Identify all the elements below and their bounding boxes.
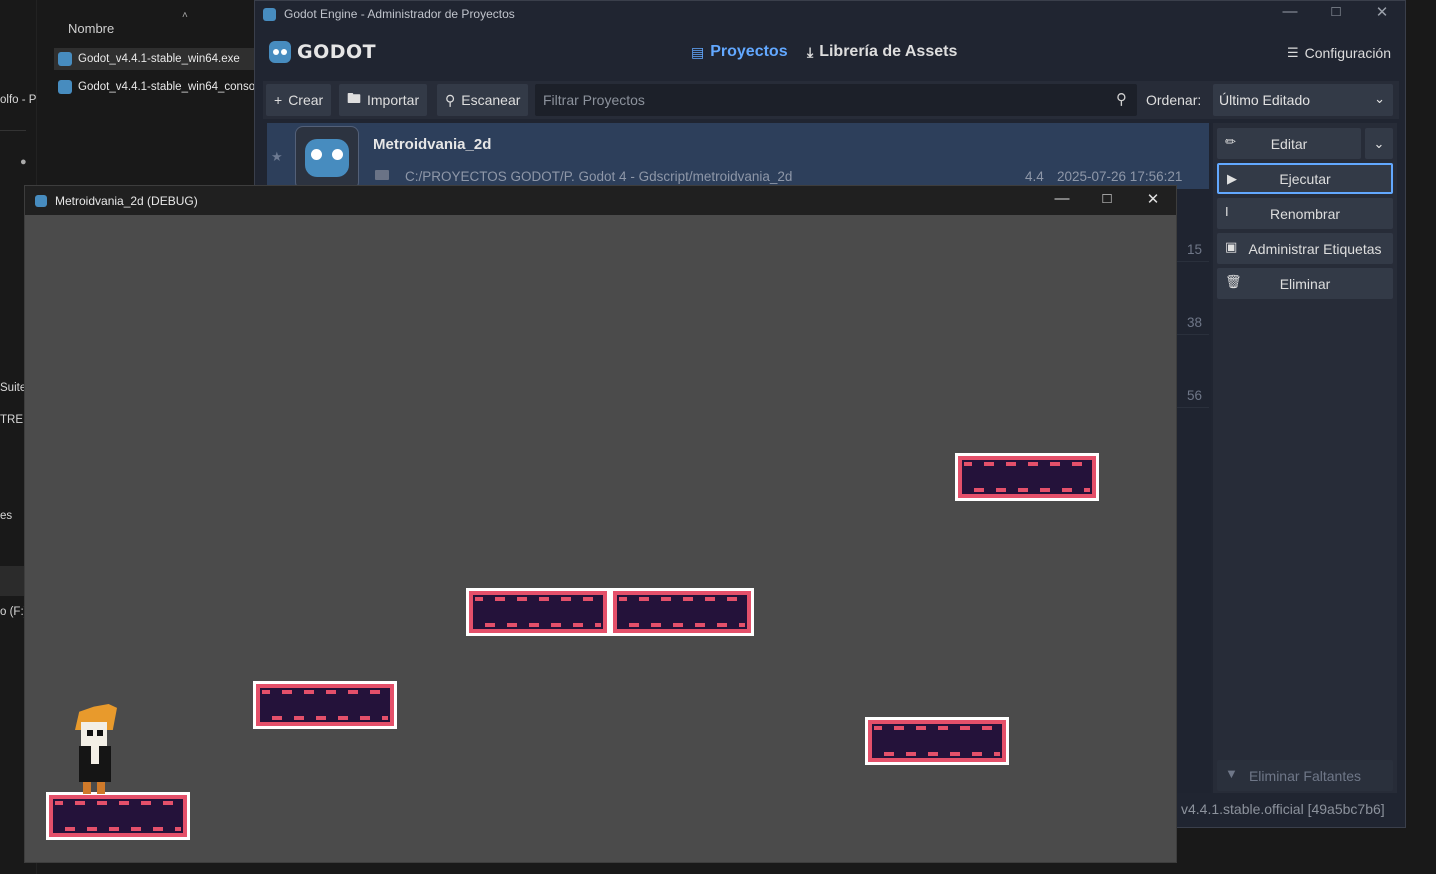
godot-logo: GODOT <box>269 41 376 63</box>
platform <box>466 588 610 636</box>
pm-header: GODOT ▤ Proyectos ⤓ Librería de Assets ☰… <box>255 31 1405 77</box>
maximize-icon[interactable]: □ <box>1092 190 1122 207</box>
tab-asset-library[interactable]: ⤓ Librería de Assets <box>807 43 957 61</box>
projects-icon: ▤ <box>691 43 705 60</box>
close-icon[interactable]: ✕ <box>1138 190 1168 208</box>
game-debug-window[interactable]: Metroidvania_2d (DEBUG) — □ ✕ <box>24 185 1177 863</box>
project-icon <box>295 126 359 190</box>
download-icon: ⤓ <box>807 43 814 60</box>
settings-button[interactable]: ☰ Configuración <box>1287 45 1391 61</box>
scan-button[interactable]: ⚲ Escanear <box>437 84 529 116</box>
plus-icon: + <box>274 92 283 108</box>
platform <box>865 717 1009 765</box>
project-actions-panel: ✏ Editar ⌄ ▶ Ejecutar I Renombrar ▣ Admi… <box>1213 123 1397 793</box>
chevron-down-icon: ⌄ <box>1374 91 1385 106</box>
broom-icon: ▼ <box>1225 766 1238 781</box>
order-value: Último Editado <box>1219 92 1311 108</box>
play-icon: ▶ <box>1227 171 1237 186</box>
file-name: Godot_v4.4.1-stable_win64.exe <box>78 53 240 65</box>
sort-ascending-icon[interactable]: ˄ <box>182 10 188 21</box>
folder-icon: 🖿 <box>347 90 361 106</box>
create-label: Crear <box>288 92 324 108</box>
godot-app-icon <box>35 194 47 207</box>
run-label: Ejecutar <box>1279 170 1331 187</box>
edit-button[interactable]: ✏ Editar <box>1217 128 1361 159</box>
rename-label: Renombrar <box>1269 205 1341 222</box>
version-label: v4.4.1.stable.official [49a5bc7b6] <box>1181 801 1385 817</box>
maximize-icon[interactable]: □ <box>1321 3 1351 20</box>
import-label: Importar <box>367 92 420 108</box>
godot-app-icon <box>263 7 276 21</box>
logo-text: GODOT <box>297 41 377 63</box>
order-select[interactable]: Último Editado ⌄ <box>1213 84 1393 116</box>
search-icon: ⚲ <box>1116 91 1127 108</box>
platform <box>955 453 1099 501</box>
player-character <box>75 704 119 794</box>
project-row[interactable]: ★ Metroidvania_2d C:/PROYECTOS GODOT/P. … <box>267 123 1209 190</box>
godot-file-icon <box>58 80 72 94</box>
godot-logo-icon <box>269 41 291 63</box>
scan-label: Escanear <box>461 92 521 108</box>
window-title: Metroidvania_2d (DEBUG) <box>55 193 198 208</box>
divider <box>0 130 26 131</box>
project-path: C:/PROYECTOS GODOT/P. Godot 4 - Gdscript… <box>405 169 793 184</box>
edit-label: Editar <box>1270 135 1308 152</box>
sidebar-item-label[interactable]: es <box>0 510 12 522</box>
project-date: 2025-07-26 17:56:21 <box>1057 169 1183 184</box>
window-title: Godot Engine - Administrador de Proyecto… <box>284 7 515 21</box>
edit-icon: ✏ <box>1225 134 1236 149</box>
settings-label: Configuración <box>1304 45 1391 61</box>
create-button[interactable]: + Crear <box>266 84 332 116</box>
import-button[interactable]: 🖿 Importar <box>339 84 428 116</box>
remove-missing-label: Eliminar Faltantes <box>1248 767 1362 784</box>
trash-icon: 🗑 <box>1225 274 1242 289</box>
filter-placeholder: Filtrar Proyectos <box>543 92 645 108</box>
project-name: Metroidvania_2d <box>373 136 492 153</box>
sidebar-item-label[interactable]: TRE <box>0 414 23 426</box>
sidebar-item-label[interactable]: olfo - P <box>0 94 36 106</box>
tab-projects-label: Proyectos <box>710 43 788 60</box>
manage-tags-label: Administrar Etiquetas <box>1248 240 1382 257</box>
tab-projects[interactable]: ▤ Proyectos <box>691 43 788 61</box>
chevron-down-icon: ⌄ <box>1373 135 1385 151</box>
godot-file-icon <box>58 52 72 66</box>
project-version: 4.4 <box>1025 169 1044 184</box>
order-label: Ordenar: <box>1146 92 1202 108</box>
platform <box>46 792 190 840</box>
window-titlebar[interactable]: Godot Engine - Administrador de Proyecto… <box>255 1 1405 27</box>
edit-options-dropdown[interactable]: ⌄ <box>1365 128 1393 159</box>
run-button[interactable]: ▶ Ejecutar <box>1217 163 1393 194</box>
tag-icon: ▣ <box>1225 239 1238 254</box>
text-cursor-icon: I <box>1225 204 1229 219</box>
filter-projects-input[interactable]: Filtrar Proyectos ⚲ <box>535 84 1137 116</box>
file-name: Godot_v4.4.1-stable_win64_console.exe <box>78 81 254 93</box>
file-item[interactable]: Godot_v4.4.1-stable_win64_console.exe <box>54 76 254 98</box>
close-icon[interactable]: ✕ <box>1367 3 1397 21</box>
platform <box>610 588 754 636</box>
project-date-fragment: 15 <box>1187 242 1203 257</box>
file-item[interactable]: Godot_v4.4.1-stable_win64.exe <box>54 48 254 70</box>
tab-assets-label: Librería de Assets <box>819 43 958 60</box>
toolbar: + Crear 🖿 Importar ⚲ Escanear Filtrar Pr… <box>263 81 1399 119</box>
minimize-icon[interactable]: — <box>1275 3 1305 20</box>
project-date-fragment: 38 <box>1187 315 1203 330</box>
sliders-icon: ☰ <box>1286 45 1299 60</box>
rename-button[interactable]: I Renombrar <box>1217 198 1393 229</box>
window-titlebar[interactable]: Metroidvania_2d (DEBUG) <box>25 186 1176 215</box>
search-icon: ⚲ <box>445 91 456 108</box>
column-header-name[interactable]: Nombre <box>68 21 114 36</box>
pin-icon: ● <box>20 156 27 168</box>
platform <box>253 681 397 729</box>
folder-icon[interactable] <box>375 170 389 180</box>
remove-missing-button[interactable]: ▼ Eliminar Faltantes <box>1217 760 1393 791</box>
manage-tags-button[interactable]: ▣ Administrar Etiquetas <box>1217 233 1393 264</box>
remove-label: Eliminar <box>1279 275 1331 292</box>
sidebar-item-label[interactable]: Suite <box>0 382 26 394</box>
remove-button[interactable]: 🗑 Eliminar <box>1217 268 1393 299</box>
favorite-star-icon[interactable]: ★ <box>271 149 283 165</box>
minimize-icon[interactable]: — <box>1047 190 1077 207</box>
project-date-fragment: 56 <box>1187 388 1203 403</box>
